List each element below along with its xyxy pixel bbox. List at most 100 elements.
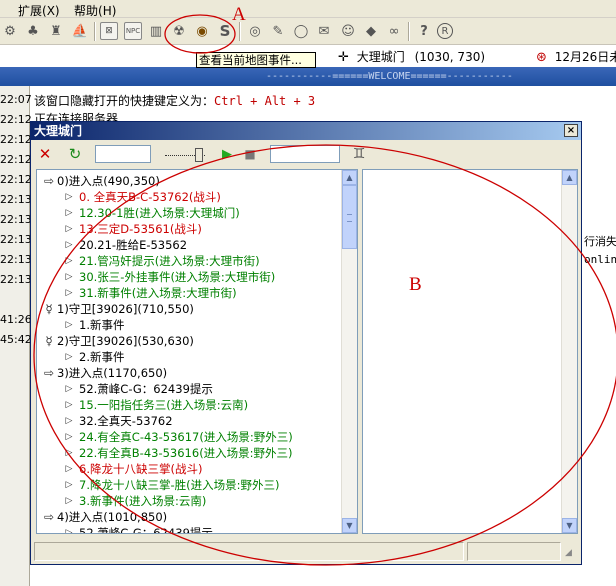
log-timestamps: 22:07 22:12 22:12 22:12 22:12 22:13 22:1…	[0, 86, 32, 586]
enter-arrow-icon: ⇨	[43, 510, 55, 524]
menu-expand[interactable]: 扩展(X)	[18, 2, 60, 19]
zoom-slider-thumb[interactable]	[195, 148, 203, 162]
tree-event-item[interactable]: ▷ 30.张三-外挂事件(进入场景:大理市街)	[37, 269, 342, 285]
shield-icon[interactable]: ◆	[361, 21, 381, 41]
tree-item-label: 7.降龙十八缺三掌-胜(进入场景:野外三)	[79, 478, 280, 492]
event-tree: ⇨ 0)进入点(490,350) ▷ 0. 全真天B-C-53762(战斗) ▷ 12.3…	[37, 173, 342, 534]
tree-event-item[interactable]: ▷ 24.有全真C-43-53617(进入场景:野外三)	[37, 429, 342, 445]
book-icon[interactable]: ▥	[146, 21, 166, 41]
guard-icon: ☿	[45, 334, 53, 348]
status-bar-left	[34, 542, 464, 561]
boat-icon[interactable]: ⛵	[70, 21, 90, 41]
clock-icon: ⊛	[536, 50, 547, 65]
triangle-icon: ▷	[65, 192, 73, 202]
log-time: 22:13	[0, 213, 32, 226]
log-time: 22:07	[0, 93, 32, 106]
crosshair-icon: ✛	[338, 50, 349, 65]
tree-node[interactable]: ⇨ 4)进入点(1010,850)	[37, 509, 342, 525]
toolbar-separator	[94, 22, 96, 41]
chain-icon[interactable]: ∞	[384, 21, 404, 41]
target-icon[interactable]: ◎	[245, 21, 265, 41]
triangle-icon: ▷	[65, 528, 73, 534]
tree-event-item[interactable]: ▷ 52.萧峰C-G：62439提示	[37, 381, 342, 397]
log-time: 45:42	[0, 333, 32, 346]
tower-icon[interactable]: ♜	[46, 21, 66, 41]
scroll-up-button[interactable]: ▲	[562, 170, 577, 185]
tree-event-item[interactable]: ▷ 31.新事件(进入场景:大理市街)	[37, 285, 342, 301]
event-search-input[interactable]	[95, 145, 151, 163]
scroll-down-button[interactable]: ▼	[342, 518, 357, 533]
annotation-label-a: A	[232, 4, 246, 25]
tree-event-item[interactable]: ▷ 15.一阳指任务三(进入场景:云南)	[37, 397, 342, 413]
tree-event-item[interactable]: ▷ 6.降龙十八缺三掌(战斗)	[37, 461, 342, 477]
tree-node[interactable]: ☿ 2)守卫[39026](530,630)	[37, 333, 342, 349]
circle-icon[interactable]: ◯	[291, 21, 311, 41]
tree-event-item[interactable]: ▷ 32.全真天-53762	[37, 413, 342, 429]
current-date: ⊛ 12月26日未	[536, 50, 616, 65]
register-icon[interactable]: R	[437, 23, 453, 39]
tree-event-item[interactable]: ▷ 2.新事件	[37, 349, 342, 365]
npc-icon[interactable]: NPC	[124, 22, 142, 40]
tree-item-label: 32.全真天-53762	[79, 414, 173, 428]
tree-item-label: 21.管冯奸提示(进入场景:大理市街)	[79, 254, 260, 268]
tree-item-label: 6.降龙十八缺三掌(战斗)	[79, 462, 203, 476]
close-button[interactable]: ×	[564, 124, 578, 137]
binoculars-icon[interactable]: ♊	[349, 144, 369, 164]
scroll-thumb[interactable]	[342, 185, 357, 249]
tree-event-item[interactable]: ▷ 0. 全真天B-C-53762(战斗)	[37, 189, 342, 205]
tree-item-label: 22.有全真B-43-53616(进入场景:野外三)	[79, 446, 293, 460]
tree-event-item[interactable]: ▷ 21.管冯奸提示(进入场景:大理市街)	[37, 253, 342, 269]
tree-node[interactable]: ☿ 1)守卫[39026](710,550)	[37, 301, 342, 317]
tree-node[interactable]: ⇨ 3)进入点(1170,650)	[37, 365, 342, 381]
wrench-icon[interactable]: ✎	[268, 21, 288, 41]
current-map-coords: (1030, 730)	[414, 50, 486, 64]
triangle-icon: ▷	[65, 496, 73, 506]
event-filter-input[interactable]	[270, 145, 340, 163]
tree-event-item[interactable]: ▷ 52.萧峰C-G：62439提示	[37, 525, 342, 534]
tree-icon[interactable]: ♣	[23, 21, 43, 41]
tree-event-item[interactable]: ▷ 20.21-胜给E-53562	[37, 237, 342, 253]
menu-help[interactable]: 帮助(H)	[74, 2, 116, 19]
tree-item-label: 0)进入点(490,350)	[57, 174, 160, 188]
scroll-up-button[interactable]: ▲	[342, 170, 357, 185]
mail-icon[interactable]: ✉	[314, 21, 334, 41]
tree-item-label: 24.有全真C-43-53617(进入场景:野外三)	[79, 430, 293, 444]
log-time: 22:12	[0, 133, 32, 146]
triangle-icon: ▷	[65, 416, 73, 426]
window-title-bar[interactable]: 大理城门 ×	[31, 122, 581, 140]
tree-item-label: 52.萧峰C-G：62439提示	[79, 382, 213, 396]
tree-scrollbar[interactable]: ▲ ▼	[341, 170, 357, 533]
tree-event-item[interactable]: ▷ 3.新事件(进入场景:云南)	[37, 493, 342, 509]
play-icon[interactable]: ▶	[217, 144, 237, 164]
tree-event-item[interactable]: ▷ 7.降龙十八缺三掌-胜(进入场景:野外三)	[37, 477, 342, 493]
tree-node[interactable]: ⇨ 0)进入点(490,350)	[37, 173, 342, 189]
tree-item-label: 52.萧峰C-G：62439提示	[79, 526, 213, 534]
main-toolbar: ⚙ ♣ ♜ ⛵ ⊠ NPC ▥ ☢ ◉ S ◎ ✎ ◯ ✉ ☺ ◆ ∞ ? R	[0, 18, 616, 45]
monster-icon[interactable]: ☢	[169, 21, 189, 41]
delete-icon[interactable]: ✕	[35, 144, 55, 164]
mask-icon[interactable]: ☺	[338, 21, 358, 41]
event-detail-pane[interactable]: ▲ ▼	[362, 169, 578, 534]
welcome-banner: -----------======WELCOME======----------…	[0, 67, 616, 86]
tree-event-item[interactable]: ▷ 13.三定D-53561(战斗)	[37, 221, 342, 237]
current-map-name: 大理城门	[356, 50, 405, 64]
npc-map-icon[interactable]: ⊠	[100, 22, 118, 40]
status-bar-right	[467, 542, 561, 561]
help-icon[interactable]: ?	[414, 21, 434, 41]
pot-icon[interactable]: ⚙	[0, 21, 20, 41]
tree-item-label: 20.21-胜给E-53562	[79, 238, 188, 252]
tree-item-label: 2)守卫[39026](530,630)	[57, 334, 194, 348]
tree-event-item[interactable]: ▷ 22.有全真B-43-53616(进入场景:野外三)	[37, 445, 342, 461]
resize-grip-icon[interactable]: ◢	[565, 548, 572, 558]
scroll-down-button[interactable]: ▼	[562, 518, 577, 533]
event-tree-pane[interactable]: ⇨ 0)进入点(490,350) ▷ 0. 全真天B-C-53762(战斗) ▷ 12.3…	[36, 169, 358, 534]
refresh-icon[interactable]: ↻	[65, 144, 85, 164]
detail-scrollbar[interactable]: ▲ ▼	[561, 170, 577, 533]
tree-event-item[interactable]: ▷ 1.新事件	[37, 317, 342, 333]
log-time: 22:13	[0, 233, 32, 246]
triangle-icon: ▷	[65, 400, 73, 410]
triangle-icon: ▷	[65, 272, 73, 282]
tree-event-item[interactable]: ▷ 12.30-1胜(进入场景:大理城门)	[37, 205, 342, 221]
eye-icon[interactable]: ◉	[192, 21, 212, 41]
stop-icon[interactable]: ■	[240, 144, 260, 164]
